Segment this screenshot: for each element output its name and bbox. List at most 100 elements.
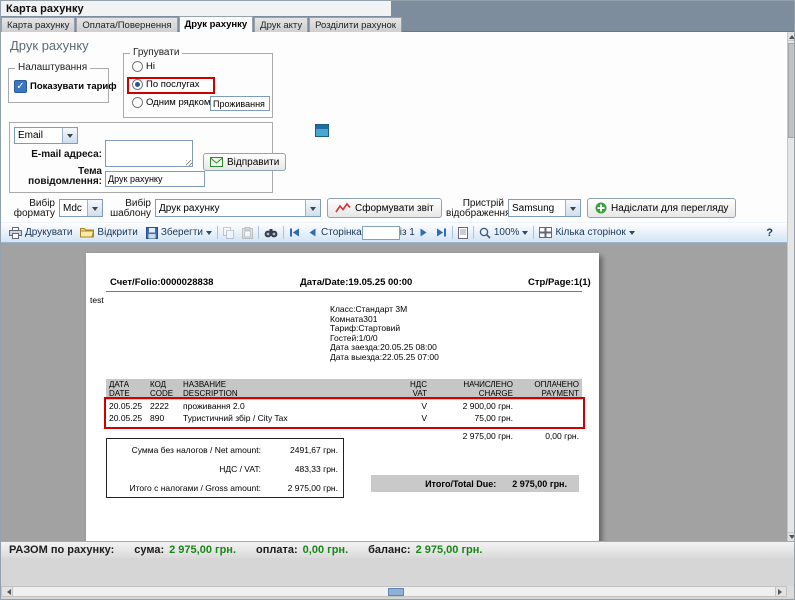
report-page-number: Стр/Page:1(1): [528, 277, 591, 288]
grid-icon: [539, 227, 552, 238]
total-due-label: Итого/Total Due:: [425, 479, 496, 489]
cell-date: 20.05.25: [106, 401, 150, 411]
oneline-text-input[interactable]: [210, 96, 270, 111]
sum-value: 2 975,00 грн.: [169, 544, 236, 556]
page-setup-button[interactable]: [454, 224, 472, 242]
cell-vat: V: [351, 413, 427, 423]
format-select-value: Mdc: [60, 200, 87, 216]
group-option-services[interactable]: По послугах: [132, 79, 200, 90]
chevron-down-icon: [206, 231, 212, 238]
scroll-right-button[interactable]: [775, 587, 786, 596]
group-option-oneline[interactable]: Одним рядком: [132, 97, 210, 108]
email-address-textarea[interactable]: [105, 140, 193, 167]
page-number-input[interactable]: [362, 226, 400, 240]
toolbar-separator: [533, 226, 534, 239]
scroll-down-button[interactable]: [788, 532, 795, 541]
summary-vat-row: НДС / VAT: 483,33 грн.: [107, 464, 343, 474]
tab-oplata-povernennya[interactable]: Оплата/Повернення: [76, 17, 177, 32]
next-page-button[interactable]: [415, 224, 432, 242]
col-description: НАЗВАНИЕDESCRIPTION: [183, 381, 351, 398]
payment-value: 0,00 грн.: [303, 544, 348, 556]
template-select-label: Вибір шаблону: [103, 199, 151, 219]
scroll-up-button[interactable]: [788, 32, 795, 41]
tab-rozdilyty-rakhunok[interactable]: Розділити рахунок: [309, 17, 402, 32]
send-email-button[interactable]: Відправити: [203, 153, 286, 171]
preview-window-icon[interactable]: [315, 124, 329, 137]
total-payment: 0,00 грн.: [513, 428, 582, 441]
reservation-info: Класс:Стандарт 3М Комната301 Тариф:Старт…: [330, 305, 439, 362]
send-mail-icon: [210, 157, 223, 167]
toolbar-separator: [452, 226, 453, 239]
balance-value: 2 975,00 грн.: [416, 544, 483, 556]
guest-name: test: [90, 295, 104, 305]
horizontal-scrollbar[interactable]: [1, 586, 787, 597]
show-tariff-option[interactable]: ✓ Показувати тариф: [14, 80, 117, 93]
show-tariff-checkbox[interactable]: ✓: [14, 80, 27, 93]
prev-page-icon: [308, 228, 317, 237]
total-due-value: 2 975,00 грн.: [512, 479, 567, 489]
print-label: Друкувати: [25, 227, 72, 238]
show-tariff-label: Показувати тариф: [30, 81, 117, 92]
net-label: Сумма без налогов / Net amount:: [107, 445, 271, 455]
generate-report-label: Сформувати звіт: [355, 203, 434, 214]
group-option-no[interactable]: Ні: [132, 61, 155, 72]
search-button[interactable]: [260, 224, 282, 242]
radio-icon[interactable]: [132, 61, 143, 72]
radio-selected-icon[interactable]: [132, 79, 143, 90]
last-page-button[interactable]: [432, 224, 451, 242]
sum-label: сума:: [134, 544, 164, 556]
scroll-left-button[interactable]: [2, 587, 13, 596]
tab-druk-rakhunku[interactable]: Друк рахунку: [179, 16, 254, 32]
help-button[interactable]: ?: [766, 227, 773, 239]
multipage-button[interactable]: Кілька сторінок: [535, 224, 638, 242]
generate-report-button[interactable]: Сформувати звіт: [327, 198, 442, 218]
cell-code: 890: [150, 413, 183, 423]
resize-grip-icon[interactable]: [186, 160, 193, 167]
paste-button[interactable]: [238, 224, 257, 242]
first-page-button[interactable]: [285, 224, 304, 242]
tab-bar: Карта рахунку Оплата/Повернення Друк рах…: [1, 16, 403, 32]
tab-karta-rakhunku[interactable]: Карта рахунку: [1, 17, 75, 32]
page-title: Друк рахунку: [10, 38, 89, 53]
vertical-scrollbar[interactable]: [787, 32, 795, 541]
vertical-scroll-thumb[interactable]: [788, 43, 795, 138]
device-select[interactable]: Samsung: [508, 199, 581, 217]
radio-icon[interactable]: [132, 97, 143, 108]
table-row: 20.05.25 2222 проживання 2.0 V 2 900,00 …: [106, 400, 582, 412]
toolbar-separator: [283, 226, 284, 239]
horizontal-scroll-thumb[interactable]: [388, 588, 404, 596]
format-select[interactable]: Mdc: [59, 199, 103, 217]
print-button[interactable]: Друкувати: [5, 224, 76, 242]
payment-label: оплата:: [256, 544, 298, 556]
tab-druk-aktu[interactable]: Друк акту: [254, 17, 308, 32]
settings-panel: Налаштування ✓ Показувати тариф: [8, 68, 109, 103]
report-page: Счет/Folio:0000028838 Дата/Date:19.05.25…: [86, 253, 599, 541]
status-bar: РАЗОМ по рахунку: сума: 2 975,00 грн. оп…: [1, 541, 795, 558]
col-date: ДАТАDATE: [106, 381, 150, 398]
copy-button[interactable]: [219, 224, 238, 242]
email-subject-label-line2: повідомлення:: [14, 177, 102, 187]
prev-page-button[interactable]: [304, 224, 321, 242]
balance-label: баланс:: [368, 544, 410, 556]
magnifier-icon: [479, 227, 491, 239]
tax-summary-box: Сумма без налогов / Net amount: 2491,67 …: [106, 438, 344, 498]
open-button[interactable]: Відкрити: [76, 224, 141, 242]
template-select[interactable]: Друк рахунку: [155, 199, 321, 217]
status-title: РАЗОМ по рахунку:: [9, 544, 114, 556]
col-vat: НДСVAT: [351, 381, 427, 398]
chevron-down-icon: [522, 231, 528, 238]
zoom-button[interactable]: 100%: [475, 224, 533, 242]
save-label: Зберегти: [161, 227, 203, 238]
charges-table: ДАТАDATE КОДCODE НАЗВАНИЕDESCRIPTION НДС…: [106, 379, 582, 442]
email-subject-input[interactable]: [105, 171, 205, 187]
chevron-down-icon: [305, 200, 320, 216]
report-date: Дата/Date:19.05.25 00:00: [300, 277, 412, 288]
send-preview-button[interactable]: Надіслати для перегляду: [587, 198, 736, 218]
grouping-panel: Групувати Ні По послугах Одним рядком: [123, 53, 273, 118]
cell-charge: 75,00 грн.: [427, 413, 513, 423]
save-button[interactable]: Зберегти: [142, 224, 216, 242]
viewer-toolbar: Друкувати Відкрити Зберегти Сторінка: [1, 222, 787, 243]
app-window: Карта рахунку Карта рахунку Оплата/Повер…: [0, 0, 795, 600]
email-type-select[interactable]: Email: [14, 127, 78, 144]
cell-description: проживання 2.0: [183, 401, 351, 411]
